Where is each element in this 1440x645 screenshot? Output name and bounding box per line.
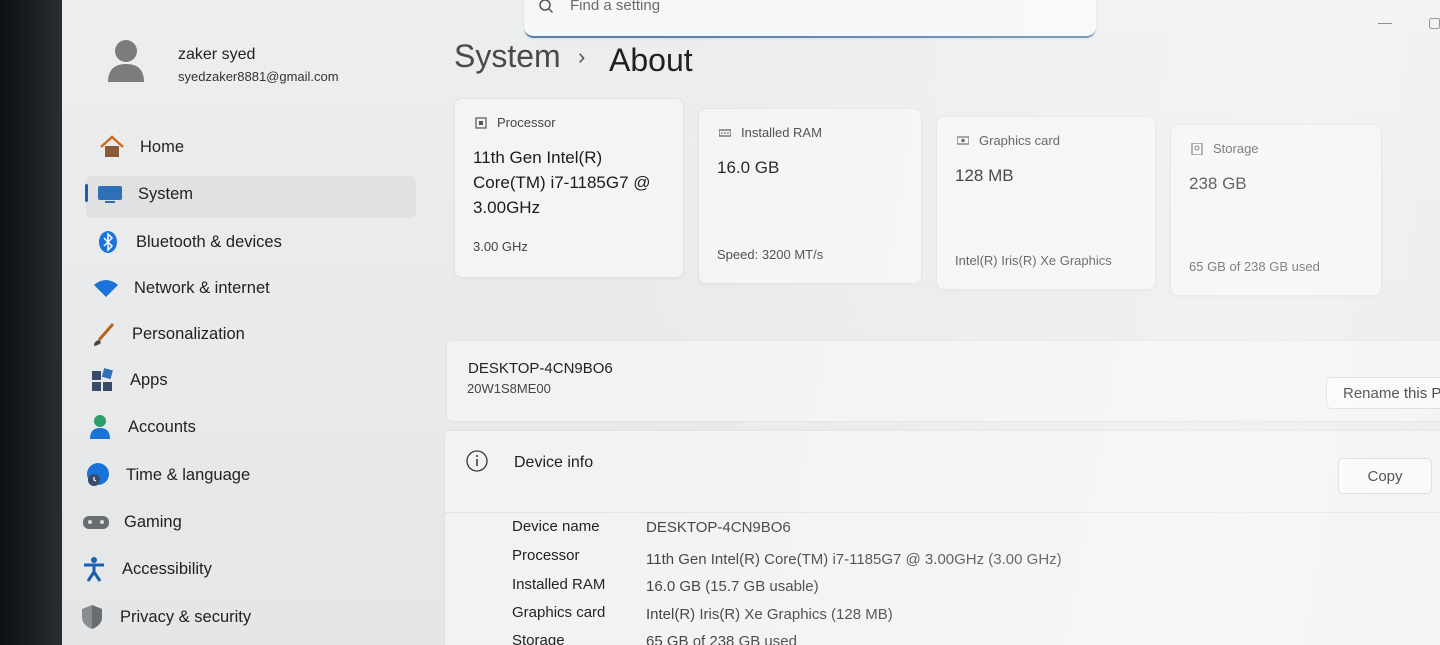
sidebar-item-accounts[interactable]: Accounts: [86, 406, 196, 448]
spec-card-sub: Speed: 3200 MT/s: [717, 247, 824, 262]
gamepad-icon: [82, 510, 110, 534]
spec-key: Graphics card: [512, 604, 606, 621]
sidebar-item-label: Accessibility: [122, 559, 212, 578]
ram-icon: [719, 128, 731, 137]
spec-card-label: Installed RAM: [719, 125, 822, 140]
sidebar-item-bluetooth[interactable]: Bluetooth & devices: [94, 221, 282, 263]
spec-value: 65 GB of 238 GB used: [646, 633, 797, 645]
spec-card-value: 128 MB: [955, 166, 1014, 185]
apps-icon: [88, 368, 116, 392]
sidebar-item-apps[interactable]: Apps: [88, 359, 168, 401]
spec-card-storage: Storage 238 GB 65 GB of 238 GB used: [1170, 124, 1382, 296]
spec-card-value: 16.0 GB: [717, 158, 780, 177]
avatar[interactable]: [106, 38, 146, 82]
spec-key: Processor: [512, 547, 580, 564]
spec-card-processor: Processor 11th Gen Intel(R) Core(TM) i7-…: [454, 98, 684, 278]
spec-card-sub: Intel(R) Iris(R) Xe Graphics: [955, 253, 1112, 268]
device-name-panel: [446, 340, 1440, 422]
selection-indicator: [85, 184, 88, 202]
sidebar-item-label: Home: [140, 137, 185, 156]
bluetooth-icon: [94, 230, 122, 254]
spec-key: Storage: [512, 632, 565, 645]
spec-key: Installed RAM: [512, 576, 606, 593]
settings-window: Find a setting — ▢ zaker syed syedzaker8…: [62, 0, 1440, 645]
sidebar-item-label: Network & internet: [134, 278, 270, 297]
divider: [444, 512, 1440, 513]
spec-card-sub: 3.00 GHz: [473, 239, 528, 254]
sidebar-item-privacy-security[interactable]: Privacy & security: [78, 596, 251, 638]
spec-card-value: 238 GB: [1189, 174, 1247, 193]
sidebar-item-label: System: [138, 184, 194, 203]
graphics-card-icon: [957, 135, 969, 145]
spec-key: Device name: [512, 518, 600, 535]
copy-button[interactable]: Copy: [1338, 458, 1432, 494]
spec-value: DESKTOP-4CN9BO6: [646, 519, 791, 536]
sidebar-item-accessibility[interactable]: Accessibility: [80, 548, 212, 590]
sidebar-item-label: Gaming: [124, 512, 182, 531]
sidebar-item-system[interactable]: System: [96, 173, 193, 215]
profile-email: syedzaker8881@gmail.com: [178, 69, 339, 84]
search-input[interactable]: Find a setting: [570, 0, 660, 14]
system-icon: [96, 182, 124, 206]
restore-button[interactable]: ▢: [1428, 14, 1440, 31]
sidebar-item-label: Apps: [130, 370, 168, 389]
spec-value: 16.0 GB (15.7 GB usable): [646, 578, 819, 595]
spec-card-sub: 65 GB of 238 GB used: [1189, 259, 1320, 274]
page-title: About: [609, 42, 693, 78]
spec-card-label: Processor: [475, 115, 556, 130]
sidebar-item-label: Bluetooth & devices: [136, 232, 282, 251]
sidebar-item-label: Personalization: [132, 324, 245, 343]
spec-card-ram: Installed RAM 16.0 GB Speed: 3200 MT/s: [698, 108, 922, 284]
rename-pc-button[interactable]: Rename this PC: [1326, 377, 1440, 409]
spec-value: Intel(R) Iris(R) Xe Graphics (128 MB): [646, 606, 893, 623]
wifi-icon: [92, 276, 120, 300]
laptop-bezel: [0, 0, 62, 645]
spec-card-label: Storage: [1191, 141, 1259, 156]
spec-card-graphics: Graphics card 128 MB Intel(R) Iris(R) Xe…: [936, 116, 1156, 290]
spec-card-value: 11th Gen Intel(R) Core(TM) i7-1185G7 @ 3…: [473, 148, 651, 217]
storage-icon: [1191, 142, 1203, 155]
spec-value: 11th Gen Intel(R) Core(TM) i7-1185G7 @ 3…: [646, 551, 1062, 568]
sidebar-item-gaming[interactable]: Gaming: [82, 501, 182, 543]
sidebar-item-label: Time & language: [126, 465, 251, 484]
minimize-button[interactable]: —: [1378, 14, 1392, 30]
info-icon: [466, 450, 488, 472]
sidebar-item-personalization[interactable]: Personalization: [90, 313, 245, 355]
sidebar-item-time-language[interactable]: Time & language: [84, 454, 250, 496]
device-name: DESKTOP-4CN9BO6: [468, 360, 613, 377]
device-model: 20W1S8ME00: [467, 381, 551, 396]
brush-icon: [90, 322, 118, 346]
search-icon: [539, 0, 554, 14]
profile-name: zaker syed: [178, 46, 256, 63]
sidebar-item-network[interactable]: Network & internet: [92, 267, 270, 309]
device-info-title: Device info: [514, 454, 594, 471]
sidebar-item-label: Privacy & security: [120, 607, 252, 626]
account-icon: [86, 415, 114, 439]
sidebar-item-home[interactable]: Home: [98, 126, 184, 168]
globe-clock-icon: [84, 463, 112, 487]
chevron-right-icon: ›: [578, 44, 586, 69]
accessibility-icon: [80, 557, 108, 582]
processor-icon: [475, 116, 487, 129]
shield-icon: [78, 605, 106, 629]
home-icon: [98, 135, 126, 159]
search-box[interactable]: Find a setting: [524, 0, 1096, 38]
sidebar-item-label: Accounts: [128, 417, 196, 436]
breadcrumb-parent[interactable]: System: [454, 38, 561, 75]
spec-card-label: Graphics card: [957, 133, 1060, 148]
